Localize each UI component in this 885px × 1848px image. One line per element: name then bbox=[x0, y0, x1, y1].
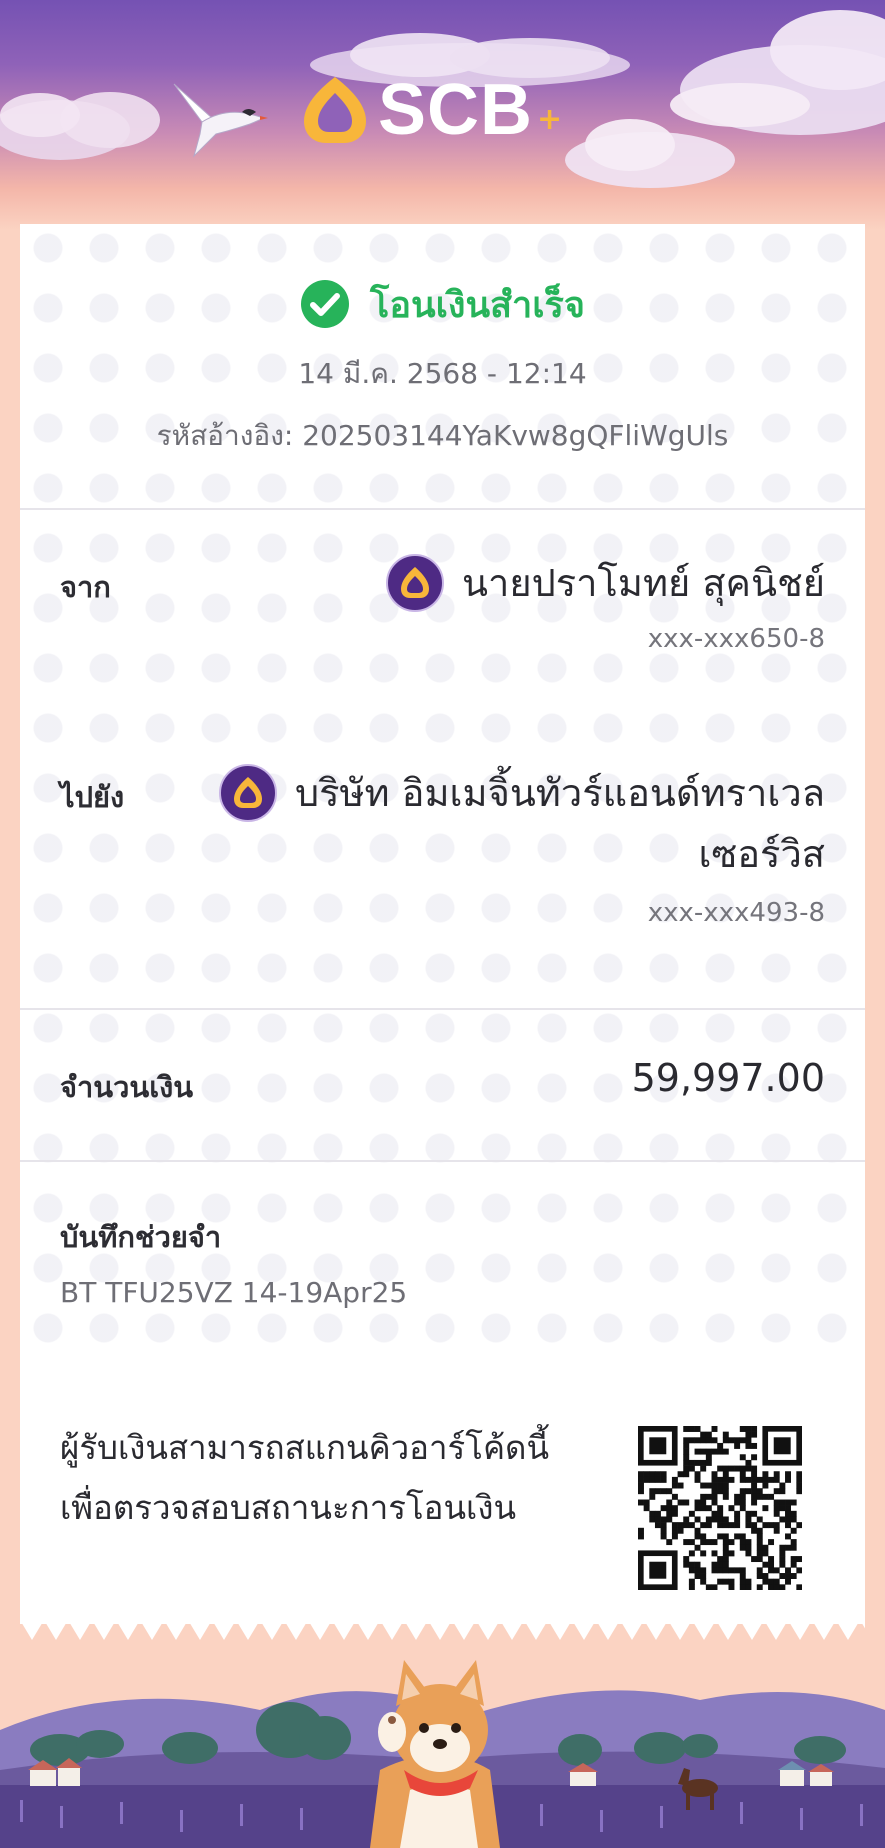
lavender-field-scenery bbox=[0, 1660, 885, 1848]
receipt-card: โอนเงินสำเร็จ 14 มี.ค. 2568 - 12:14 รหัส… bbox=[20, 224, 865, 1624]
status-title: โอนเงินสำเร็จ bbox=[370, 284, 585, 326]
cloud-decoration bbox=[670, 10, 885, 135]
memo-value: BT TFU25VZ 14-19Apr25 bbox=[60, 1276, 408, 1309]
scb-bank-icon bbox=[386, 554, 445, 612]
to-account: xxx-xxx493-8 bbox=[647, 898, 825, 928]
header-banner: SCB + bbox=[0, 0, 885, 230]
to-label: ไปยัง bbox=[60, 780, 125, 814]
scb-logo-icon bbox=[304, 77, 366, 143]
to-party: บริษัท อิมเมจิ้นทัวร์แอนด์ทราเวล เซอร์วิ… bbox=[218, 764, 825, 928]
brand-plus: + bbox=[537, 101, 563, 137]
to-name-line1: บริษัท อิมเมจิ้นทัวร์แอนด์ทราเวล bbox=[294, 771, 825, 815]
reference-code: รหัสอ้างอิง: 202503144YaKvw8gQFliWgUls bbox=[20, 414, 865, 458]
status-row: โอนเงินสำเร็จ bbox=[20, 274, 865, 334]
scb-logo: SCB + bbox=[300, 70, 600, 150]
from-name: นายปราโมทย์ สุคนิชย์ bbox=[462, 561, 825, 605]
from-party: นายปราโมทย์ สุคนิชย์ xxx-xxx650-8 bbox=[386, 554, 825, 654]
amount-value: 59,997.00 bbox=[631, 1056, 825, 1100]
qr-code[interactable] bbox=[638, 1426, 802, 1590]
qr-instruction: ผู้รับเงินสามารถสแกนคิวอาร์โค้ดนี้ เพื่อ… bbox=[60, 1418, 549, 1538]
scb-bank-icon bbox=[218, 764, 277, 822]
from-account: xxx-xxx650-8 bbox=[647, 624, 825, 654]
bird-icon bbox=[173, 83, 268, 158]
amount-label: จำนวนเงิน bbox=[60, 1070, 194, 1104]
qr-instruction-line1: ผู้รับเงินสามารถสแกนคิวอาร์โค้ดนี้ bbox=[60, 1428, 550, 1467]
reference-value: 202503144YaKvw8gQFliWgUls bbox=[302, 419, 729, 452]
reference-label: รหัสอ้างอิง: bbox=[156, 419, 294, 452]
qr-instruction-line2: เพื่อตรวจสอบสถานะการโอนเงิน bbox=[60, 1488, 517, 1527]
cloud-decoration bbox=[0, 92, 160, 160]
brand-name: SCB bbox=[378, 70, 534, 150]
success-check-icon bbox=[301, 280, 349, 328]
divider bbox=[20, 1008, 865, 1010]
memo-label: บันทึกช่วยจำ bbox=[60, 1220, 222, 1254]
divider bbox=[20, 1160, 865, 1162]
to-name-line2: เซอร์วิส bbox=[698, 832, 825, 876]
from-label: จาก bbox=[60, 570, 111, 604]
transaction-datetime: 14 มี.ค. 2568 - 12:14 bbox=[298, 357, 587, 390]
divider bbox=[20, 508, 865, 510]
